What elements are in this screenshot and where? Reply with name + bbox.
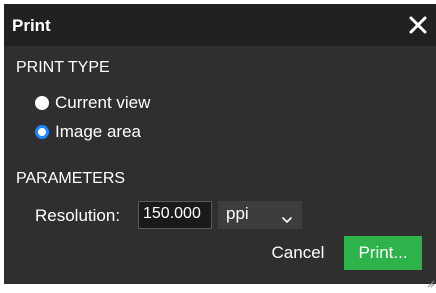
resolution-label: Resolution:	[35, 206, 121, 225]
radio-button-unchecked[interactable]	[35, 96, 49, 110]
radio-current-view[interactable]: Current view	[35, 92, 150, 114]
radio-label-current-view: Current view	[55, 93, 151, 112]
resize-grip-icon[interactable]	[427, 275, 435, 288]
unit-dropdown-value: ppi	[226, 204, 249, 223]
parameters-heading: PARAMETERS	[16, 170, 126, 187]
dialog-title: Print	[12, 16, 51, 35]
close-icon[interactable]	[406, 11, 430, 39]
radio-label-image-area: Image area	[55, 122, 141, 141]
dialog-titlebar[interactable]: Print	[4, 4, 436, 46]
print-dialog: Print PRINT TYPE Current view Image area…	[4, 4, 436, 288]
print-type-heading: PRINT TYPE	[16, 59, 110, 76]
radio-image-area[interactable]: Image area	[35, 121, 141, 143]
unit-dropdown[interactable]: ppi	[218, 201, 302, 229]
chevron-down-icon	[282, 209, 292, 224]
resolution-input[interactable]: 150.000	[138, 201, 212, 229]
radio-button-checked[interactable]	[35, 125, 49, 139]
print-button[interactable]: Print...	[344, 236, 422, 270]
cancel-button[interactable]: Cancel	[258, 236, 338, 270]
